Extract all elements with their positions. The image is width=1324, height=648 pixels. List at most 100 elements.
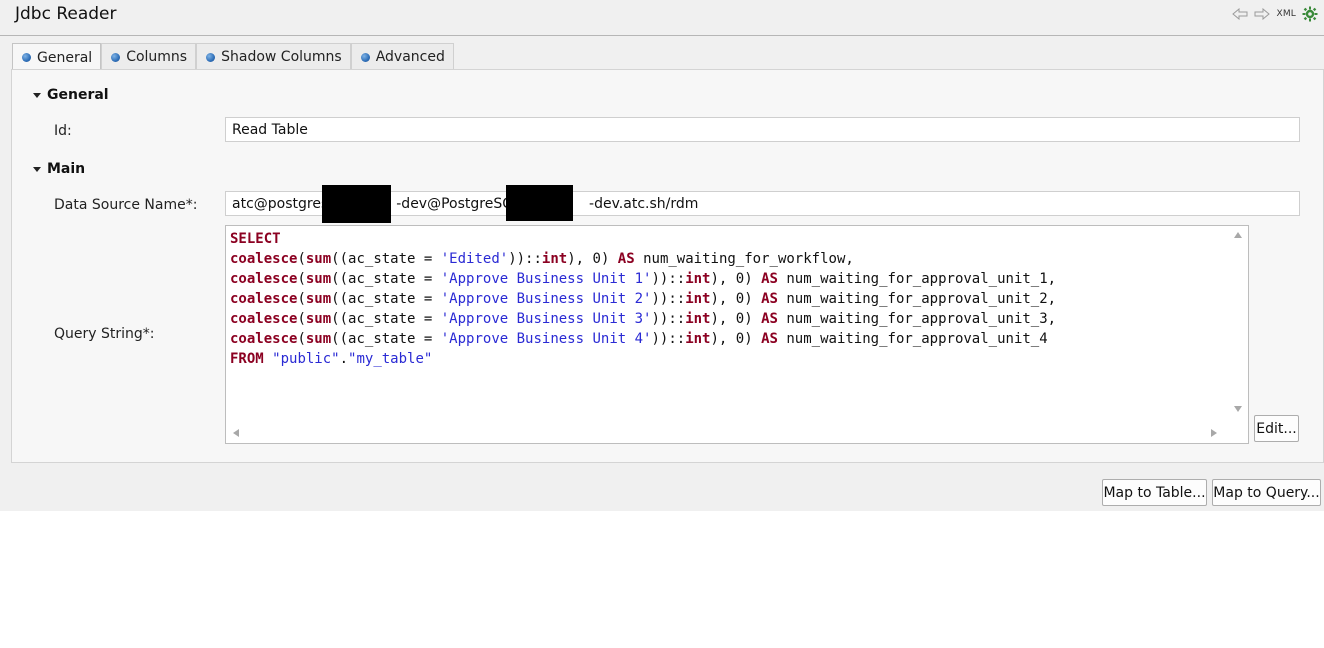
datasource-label: Data Source Name*: xyxy=(54,197,198,213)
query-line: SELECT xyxy=(230,229,1226,249)
query-token: ) xyxy=(744,271,762,287)
datasource-value-part: -dev.atc.sh/rdm xyxy=(589,196,699,212)
scroll-up-icon[interactable] xyxy=(1234,232,1242,238)
tab-columns[interactable]: Columns xyxy=(101,43,197,70)
query-token: int xyxy=(685,331,711,347)
query-token: coalesce xyxy=(230,331,298,347)
back-arrow-icon[interactable] xyxy=(1232,6,1248,22)
xml-icon[interactable]: XML xyxy=(1276,6,1296,22)
query-token: ) xyxy=(744,331,762,347)
query-token: coalesce xyxy=(230,271,298,287)
query-token: 0 xyxy=(735,271,745,287)
map-to-table-button[interactable]: Map to Table... xyxy=(1102,479,1207,506)
query-token: num_waiting_for_approval_unit_3, xyxy=(777,311,1057,327)
id-label: Id: xyxy=(54,123,72,139)
scroll-left-icon[interactable] xyxy=(233,429,239,437)
tab-general[interactable]: General xyxy=(12,43,102,71)
query-token: 'Approve Business Unit 3' xyxy=(440,311,652,327)
query-token: ((ac_state = xyxy=(331,271,441,287)
edit-button[interactable]: Edit... xyxy=(1254,415,1299,442)
tab-bullet-icon xyxy=(111,52,121,62)
query-token: AS xyxy=(761,271,778,287)
query-token: sum xyxy=(305,271,332,287)
query-token: ((ac_state = xyxy=(331,311,441,327)
query-token: int xyxy=(685,311,711,327)
query-token: sum xyxy=(305,331,332,347)
query-token: ) xyxy=(744,311,762,327)
query-token: . xyxy=(339,351,349,367)
query-token: 0 xyxy=(735,311,745,327)
query-label: Query String*: xyxy=(54,326,155,342)
query-token: AS xyxy=(617,251,635,267)
tab-label: Columns xyxy=(126,49,188,65)
tab-bullet-icon xyxy=(360,52,370,62)
query-token: 'Approve Business Unit 4' xyxy=(440,331,652,347)
section-main-header[interactable]: Main xyxy=(33,161,85,177)
query-token: "my_table" xyxy=(348,351,433,367)
vertical-scrollbar[interactable] xyxy=(1228,226,1248,423)
query-token: coalesce xyxy=(230,291,298,307)
query-token: ), xyxy=(710,311,736,327)
query-token: ), xyxy=(567,251,593,267)
query-token: 0 xyxy=(735,331,745,347)
query-token: num_waiting_for_approval_unit_2, xyxy=(777,291,1057,307)
horizontal-scrollbar[interactable] xyxy=(226,423,1228,443)
collapse-triangle-icon xyxy=(33,166,41,172)
query-token: num_waiting_for_approval_unit_4 xyxy=(777,331,1048,347)
query-token: SELECT xyxy=(230,231,281,247)
query-line: coalesce(sum((ac_state = 'Approve Busine… xyxy=(230,289,1226,309)
tab-label: Shadow Columns xyxy=(221,49,342,65)
query-token: AS xyxy=(761,291,778,307)
query-token: ) xyxy=(744,291,762,307)
query-token: num_waiting_for_workflow, xyxy=(634,251,854,267)
query-line: coalesce(sum((ac_state = 'Approve Busine… xyxy=(230,329,1226,349)
query-line: coalesce(sum((ac_state = 'Edited'))::int… xyxy=(230,249,1226,269)
query-line: coalesce(sum((ac_state = 'Approve Busine… xyxy=(230,309,1226,329)
query-code-text[interactable]: SELECT coalesce(sum((ac_state = 'Edited')… xyxy=(230,229,1226,419)
section-general-header[interactable]: General xyxy=(33,87,109,103)
tab-bar: General Columns Shadow Columns Advanced xyxy=(12,43,454,71)
tab-bullet-icon xyxy=(206,52,216,62)
editor-title: Jdbc Reader xyxy=(15,4,117,24)
query-token: )):: xyxy=(508,251,542,267)
query-token: 'Approve Business Unit 2' xyxy=(440,291,652,307)
query-token: ), xyxy=(710,291,736,307)
query-token: int xyxy=(685,291,711,307)
query-token: coalesce xyxy=(230,311,298,327)
forward-arrow-icon[interactable] xyxy=(1254,6,1271,22)
tab-bullet-icon xyxy=(22,53,31,62)
scroll-down-icon[interactable] xyxy=(1234,406,1242,412)
query-token: 0 xyxy=(735,291,745,307)
redaction-box xyxy=(506,185,573,221)
settings-gear-icon[interactable] xyxy=(1302,6,1318,22)
query-token: AS xyxy=(761,311,778,327)
query-token: )):: xyxy=(651,291,686,307)
query-token: ( xyxy=(297,331,306,347)
query-token: sum xyxy=(305,311,332,327)
redaction-box xyxy=(322,185,391,223)
query-token: 0 xyxy=(592,251,601,267)
map-to-query-button[interactable]: Map to Query... xyxy=(1212,479,1321,506)
id-field[interactable]: Read Table xyxy=(225,117,1300,142)
section-title: Main xyxy=(47,161,86,177)
tab-label: General xyxy=(37,49,93,66)
query-token: )):: xyxy=(651,331,686,347)
query-token: ( xyxy=(297,311,306,327)
query-token: AS xyxy=(761,331,778,347)
query-token: FROM xyxy=(230,351,264,367)
section-title: General xyxy=(47,87,109,103)
scroll-right-icon[interactable] xyxy=(1211,429,1217,437)
general-panel: General Id: Read Table Main Data Source … xyxy=(11,69,1324,463)
query-string-editor[interactable]: SELECT coalesce(sum((ac_state = 'Edited')… xyxy=(225,225,1249,444)
tab-label: Advanced xyxy=(375,49,445,65)
query-token: int xyxy=(685,271,711,287)
query-token: )):: xyxy=(651,311,686,327)
query-token: ), xyxy=(710,331,736,347)
query-token: ( xyxy=(297,251,306,267)
tab-shadow-columns[interactable]: Shadow Columns xyxy=(196,43,351,70)
query-token: sum xyxy=(305,251,332,267)
tab-advanced[interactable]: Advanced xyxy=(350,43,454,70)
query-token: ( xyxy=(297,291,306,307)
query-token: sum xyxy=(305,291,332,307)
query-token xyxy=(264,351,272,367)
